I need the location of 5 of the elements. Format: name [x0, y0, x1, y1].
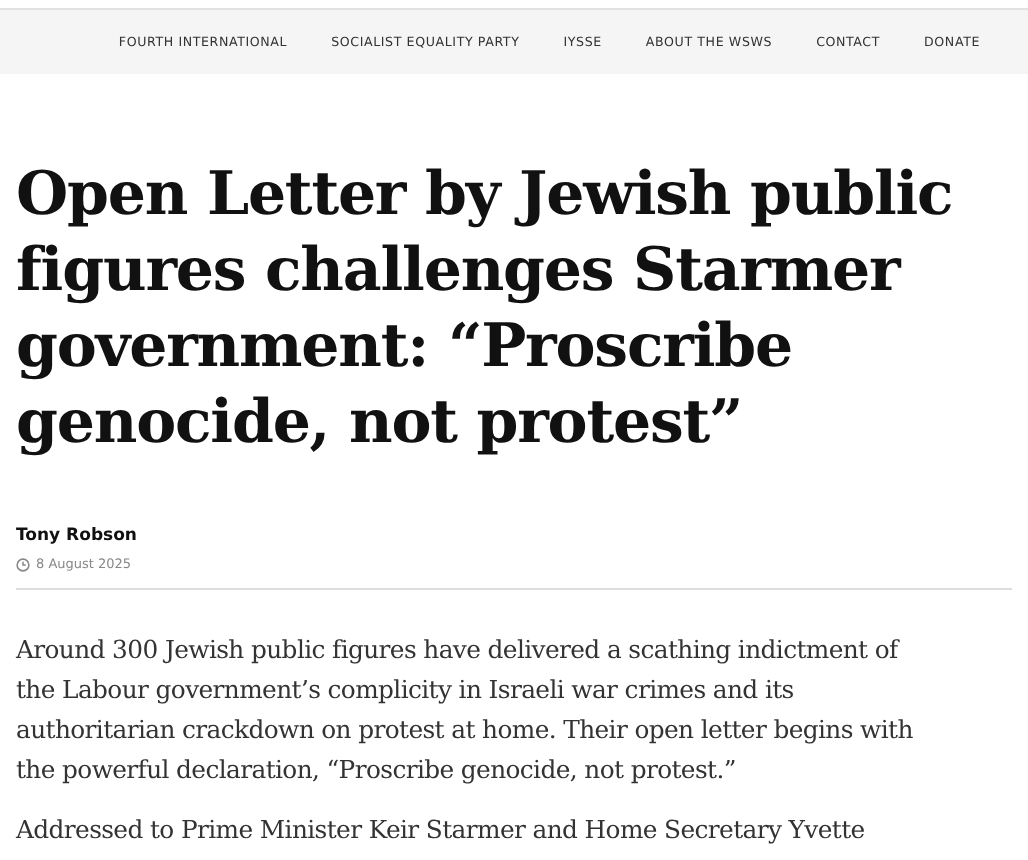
body-paragraph: Around 300 Jewish public figures have delivered a scathing indictment of the Labour government’s complicity in Israeli war crimes and its authoritarian crackdown on protest at home. Their open letter begins with the powerful declaration, “Proscribe genocide, not protest.”	[16, 632, 915, 788]
body-paragraph: Addressed to Prime Minister Keir Starmer and Home Secretary Yvette	[16, 812, 867, 848]
clock-icon	[16, 557, 30, 571]
article-headline: Open Letter by Jewish public figures challenges Starmer government: “Proscribe genocide, not protest”	[16, 158, 955, 462]
author-name: Tony Robson	[16, 526, 139, 546]
